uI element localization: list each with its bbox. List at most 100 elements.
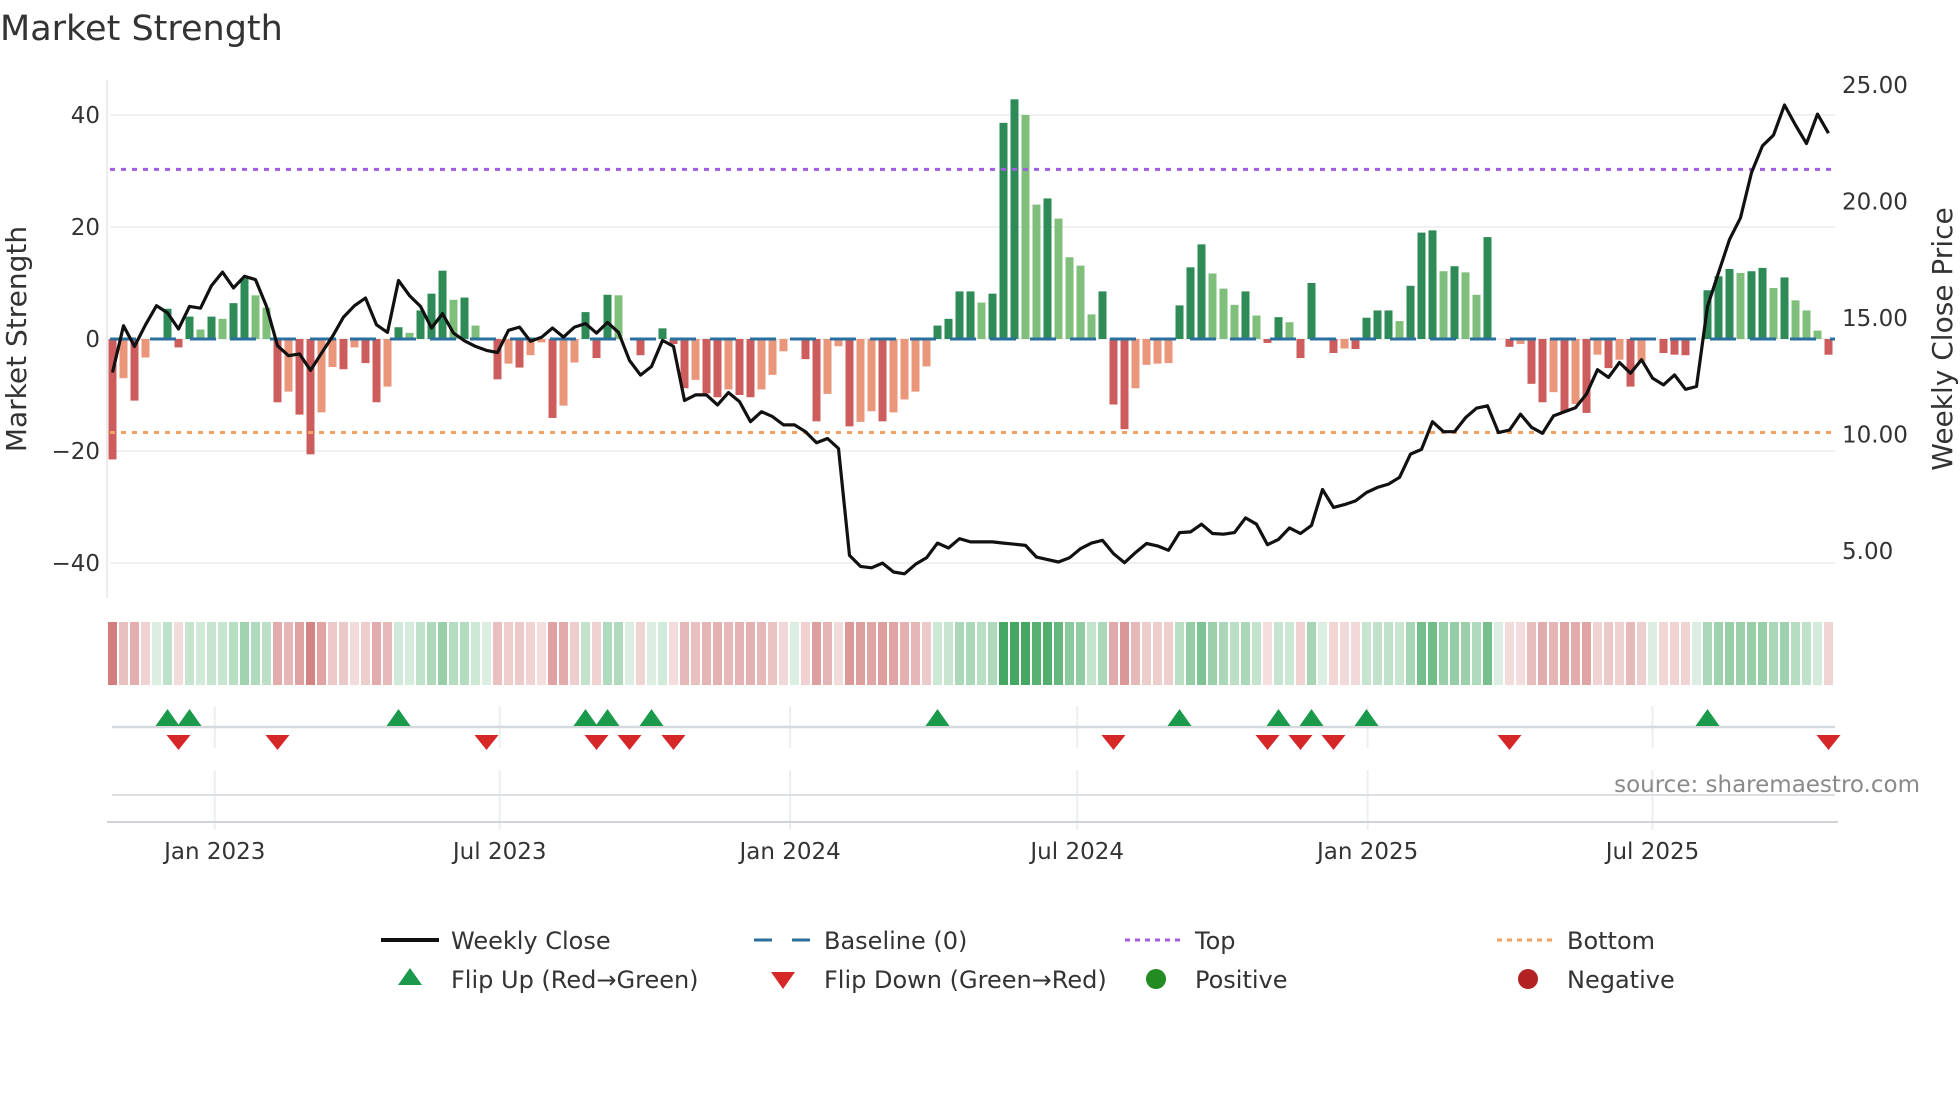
strip-cell: [317, 622, 326, 685]
legend-label: Top: [1194, 927, 1236, 955]
x-tick-label: Jan 2024: [737, 839, 840, 865]
strength-bar: [1560, 339, 1569, 412]
strip-cell: [801, 622, 810, 685]
strength-bar: [636, 339, 645, 356]
strip-cell: [405, 622, 414, 685]
strength-bar: [141, 339, 150, 358]
strength-bar: [372, 339, 381, 403]
strip-cell: [900, 622, 909, 685]
flip-down-marker: [584, 735, 609, 750]
strength-bar: [295, 339, 304, 415]
strength-bar: [1802, 310, 1811, 339]
strip-cell: [306, 622, 315, 685]
strength-bar: [1747, 271, 1756, 339]
strength-bar: [823, 339, 832, 394]
strength-bar: [1428, 230, 1437, 339]
strength-bar: [1076, 265, 1085, 339]
strip-cell: [1461, 622, 1470, 685]
y-tick-label: 20: [71, 215, 100, 241]
strip-cell: [1230, 622, 1239, 685]
strength-bar: [515, 339, 524, 368]
right-y-axis-label: Weekly Close Price: [1926, 207, 1959, 470]
strip-cell: [812, 622, 821, 685]
y2-tick-label: 20.00: [1842, 190, 1908, 216]
strength-bar: [1252, 315, 1261, 339]
legend-label: Bottom: [1567, 927, 1655, 955]
strip-cell: [515, 622, 524, 685]
strip-cell: [1450, 622, 1459, 685]
strength-bar: [460, 297, 469, 339]
flip-up-marker: [177, 709, 202, 726]
strength-bar: [306, 339, 315, 455]
strength-bar: [1373, 310, 1382, 339]
strength-bar: [1208, 273, 1217, 339]
chart-title: Market Strength: [0, 9, 283, 49]
strip-cell: [1747, 622, 1756, 685]
strip-cell: [174, 622, 183, 685]
strip-cell: [1571, 622, 1580, 685]
strength-bar: [1450, 266, 1459, 339]
strength-bar: [1307, 283, 1316, 339]
strip-cell: [1560, 622, 1569, 685]
x-tick-label: Jul 2024: [1028, 839, 1124, 865]
strength-bar: [229, 303, 238, 339]
strength-bar: [1780, 277, 1789, 339]
strength-bar: [361, 339, 370, 364]
strength-bar: [1461, 272, 1470, 339]
strength-bar: [1197, 244, 1206, 339]
strip-cell: [977, 622, 986, 685]
right-y-axis-ticks: 25.00 20.00 15.00 10.00 5.00: [1842, 73, 1908, 565]
strip-cell: [119, 622, 128, 685]
strip-cell: [647, 622, 656, 685]
strip-cell: [1186, 622, 1195, 685]
strength-bar: [339, 339, 348, 370]
strip-cell: [1043, 622, 1052, 685]
strength-bar: [394, 327, 403, 339]
strength-bar: [911, 339, 920, 392]
strength-bar: [1615, 339, 1624, 360]
strip-cell: [1395, 622, 1404, 685]
strength-bar: [1670, 339, 1679, 355]
strip-cell: [152, 622, 161, 685]
strip-cell: [680, 622, 689, 685]
strip-cell: [768, 622, 777, 685]
strength-bar: [1043, 198, 1052, 339]
strength-bar: [900, 339, 909, 400]
flip-up-marker: [1695, 709, 1720, 726]
strip-cell: [1417, 622, 1426, 685]
strength-bar: [383, 339, 392, 387]
legend: Weekly Close Baseline (0) Top Bottom Flip Up…: [381, 927, 1675, 994]
strength-bar: [768, 339, 777, 375]
legend-triangle-up-icon: [398, 968, 422, 985]
strip-cell: [856, 622, 865, 685]
strip-cell: [1681, 622, 1690, 685]
flip-down-marker: [1497, 735, 1522, 750]
strip-cell: [185, 622, 194, 685]
strip-cell: [691, 622, 700, 685]
strip-cell: [471, 622, 480, 685]
flip-down-marker: [1321, 735, 1346, 750]
strip-cell: [141, 622, 150, 685]
strip-cell: [1758, 622, 1767, 685]
flip-up-marker: [1167, 709, 1192, 726]
strength-heat-strip: [108, 622, 1833, 685]
strip-cell: [1142, 622, 1151, 685]
strip-cell: [273, 622, 282, 685]
strength-bar: [592, 339, 601, 359]
strength-bar: [1241, 291, 1250, 339]
strip-cell: [1615, 622, 1624, 685]
strength-bar: [1681, 339, 1690, 356]
strip-cell: [1263, 622, 1272, 685]
strip-cell: [1769, 622, 1778, 685]
strip-cell: [350, 622, 359, 685]
strength-bar: [1109, 339, 1118, 405]
market-strength-chart: Market Strength 40 20 0 −20 −40 25.00 20.00 15…: [0, 9, 1959, 994]
strength-bar: [977, 302, 986, 339]
strip-cell: [196, 622, 205, 685]
strength-bar: [438, 270, 447, 339]
strength-bar: [1824, 339, 1833, 355]
strength-bar: [735, 339, 744, 395]
strip-cell: [1219, 622, 1228, 685]
strength-bar: [1758, 267, 1767, 339]
strip-cell: [823, 622, 832, 685]
